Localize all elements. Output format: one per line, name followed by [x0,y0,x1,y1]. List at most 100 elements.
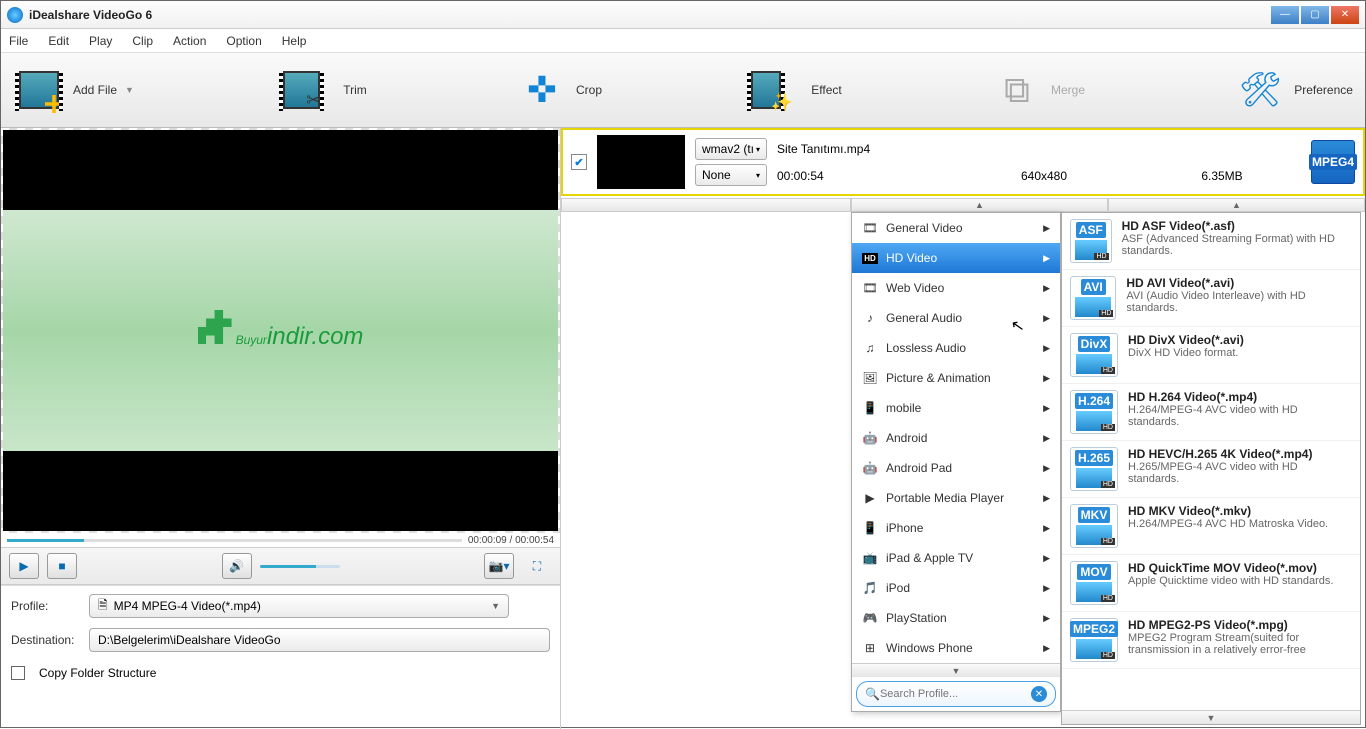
add-file-button[interactable]: Add File▼ [13,65,134,115]
format-title: HD QuickTime MOV Video(*.mov) [1128,561,1333,575]
category-item[interactable]: ♪General Audio▶ [852,303,1060,333]
trim-button[interactable]: ✂ Trim [283,65,367,115]
stop-button[interactable]: ■ [47,553,77,579]
clear-search-button[interactable]: ✕ [1031,686,1047,702]
fullscreen-button[interactable]: ⛶ [522,553,552,579]
format-item[interactable]: DivXHDHD DivX Video(*.avi)DivX HD Video … [1062,327,1360,384]
file-duration: 00:00:54 [777,169,955,183]
volume-slider[interactable] [260,565,340,568]
chevron-right-icon: ▶ [1043,583,1050,594]
format-item[interactable]: MKVHDHD MKV Video(*.mkv)H.264/MPEG-4 AVC… [1062,498,1360,555]
maximize-button[interactable]: ▢ [1301,6,1329,24]
effect-label: Effect [811,83,841,97]
category-item[interactable]: ⊞Windows Phone▶ [852,633,1060,663]
file-resolution: 640x480 [955,169,1133,183]
category-icon: 🤖 [862,460,878,476]
preference-button[interactable]: 🛠 Preference [1234,65,1353,115]
scroll-up-button[interactable]: ▲ [1108,198,1365,212]
preview-content: Buyur indir.com [198,310,364,351]
chevron-right-icon: ▶ [1043,223,1050,234]
chevron-right-icon: ▶ [1043,643,1050,654]
chevron-right-icon: ▶ [1043,433,1050,444]
format-item[interactable]: H.264HDHD H.264 Video(*.mp4)H.264/MPEG-4… [1062,384,1360,441]
format-item[interactable]: MPEG2HDHD MPEG2-PS Video(*.mpg)MPEG2 Pro… [1062,612,1360,669]
category-item[interactable]: 🖼Picture & Animation▶ [852,363,1060,393]
profile-dropdown[interactable]: 🗎 MP4 MPEG-4 Video(*.mp4) ▼ [89,594,509,618]
close-button[interactable]: ✕ [1331,6,1359,24]
category-icon: 🖼 [862,370,878,386]
category-item[interactable]: 📱mobile▶ [852,393,1060,423]
category-item[interactable]: HDHD Video▶ [852,243,1060,273]
format-item[interactable]: MOVHDHD QuickTime MOV Video(*.mov)Apple … [1062,555,1360,612]
format-title: HD H.264 Video(*.mp4) [1128,390,1352,404]
codec-dropdown[interactable]: wmav2 (tı▾ [695,138,767,160]
copy-folder-label: Copy Folder Structure [39,666,156,680]
copy-folder-checkbox[interactable] [11,666,25,680]
format-type-icon: MPEG2HD [1070,618,1118,662]
category-item[interactable]: 🎮PlayStation▶ [852,603,1060,633]
scroll-up-button[interactable]: ▲ [851,198,1108,212]
file-row[interactable]: ✔ wmav2 (tı▾ None▾ Site Tanıtımı.mp4 00:… [561,128,1365,196]
snapshot-button[interactable]: 📷▾ [484,553,514,579]
format-item[interactable]: AVIHDHD AVI Video(*.avi)AVI (Audio Video… [1062,270,1360,327]
category-item[interactable]: 🎵iPod▶ [852,573,1060,603]
menu-play[interactable]: Play [89,34,112,48]
category-icon: 🎵 [862,580,878,596]
film-icon [19,71,59,109]
menu-action[interactable]: Action [173,34,206,48]
category-icon: 📱 [862,520,878,536]
category-item[interactable]: 📺iPad & Apple TV▶ [852,543,1060,573]
format-type-icon: DivXHD [1070,333,1118,377]
category-icon: ♫ [862,340,878,356]
category-icon: 🎮 [862,610,878,626]
volume-button[interactable]: 🔊 [222,553,252,579]
format-title: HD ASF Video(*.asf) [1122,219,1352,233]
toolbar: Add File▼ ✂ Trim ✜ Crop ✨ Effect ⧉ Merge… [1,53,1365,128]
plus-icon [45,95,63,113]
format-title: HD MPEG2-PS Video(*.mpg) [1128,618,1352,632]
category-item[interactable]: ▶Portable Media Player▶ [852,483,1060,513]
brand-text-small: indir.com [267,323,363,351]
profile-label: Profile: [11,599,81,613]
category-item[interactable]: 🎞Web Video▶ [852,273,1060,303]
time-display: 00:00:09 / 00:00:54 [468,535,554,546]
file-thumbnail [597,135,685,189]
category-item[interactable]: ♫Lossless Audio▶ [852,333,1060,363]
scroll-down-button[interactable]: ▼ [852,663,1060,677]
category-item[interactable]: 🎞General Video▶ [852,213,1060,243]
merge-button[interactable]: ⧉ Merge [991,65,1085,115]
category-item[interactable]: 🤖Android▶ [852,423,1060,453]
subs-dropdown[interactable]: None▾ [695,164,767,186]
chevron-right-icon: ▶ [1043,313,1050,324]
category-icon: ⊞ [862,640,878,656]
menu-option[interactable]: Option [226,34,261,48]
menu-help[interactable]: Help [282,34,307,48]
chevron-right-icon: ▶ [1043,283,1050,294]
format-type-icon: ASFHD [1070,219,1112,263]
add-file-label: Add File [73,83,117,97]
format-title: HD MKV Video(*.mkv) [1128,504,1328,518]
scroll-down-button[interactable]: ▼ [1062,710,1360,724]
category-item[interactable]: 🤖Android Pad▶ [852,453,1060,483]
format-item[interactable]: ASFHDHD ASF Video(*.asf)ASF (Advanced St… [1062,213,1360,270]
category-label: General Audio [886,311,962,325]
menu-clip[interactable]: Clip [132,34,153,48]
chevron-down-icon: ▼ [491,601,500,611]
crop-icon: ✜ [516,65,568,115]
search-input[interactable] [880,688,1031,700]
play-button[interactable]: ▶ [9,553,39,579]
crop-button[interactable]: ✜ Crop [516,65,602,115]
preference-label: Preference [1294,83,1353,97]
chevron-right-icon: ▶ [1043,403,1050,414]
menu-file[interactable]: File [9,34,28,48]
effect-button[interactable]: ✨ Effect [751,65,841,115]
minimize-button[interactable]: — [1271,6,1299,24]
category-item[interactable]: 📱iPhone▶ [852,513,1060,543]
chevron-right-icon: ▶ [1043,613,1050,624]
timeline[interactable]: 00:00:09 / 00:00:54 [1,533,560,547]
file-checkbox[interactable]: ✔ [571,154,587,170]
chevron-right-icon: ▶ [1043,523,1050,534]
menu-edit[interactable]: Edit [48,34,69,48]
format-item[interactable]: H.265HDHD HEVC/H.265 4K Video(*.mp4)H.26… [1062,441,1360,498]
destination-field[interactable]: D:\Belgelerim\iDealshare VideoGo [89,628,550,652]
